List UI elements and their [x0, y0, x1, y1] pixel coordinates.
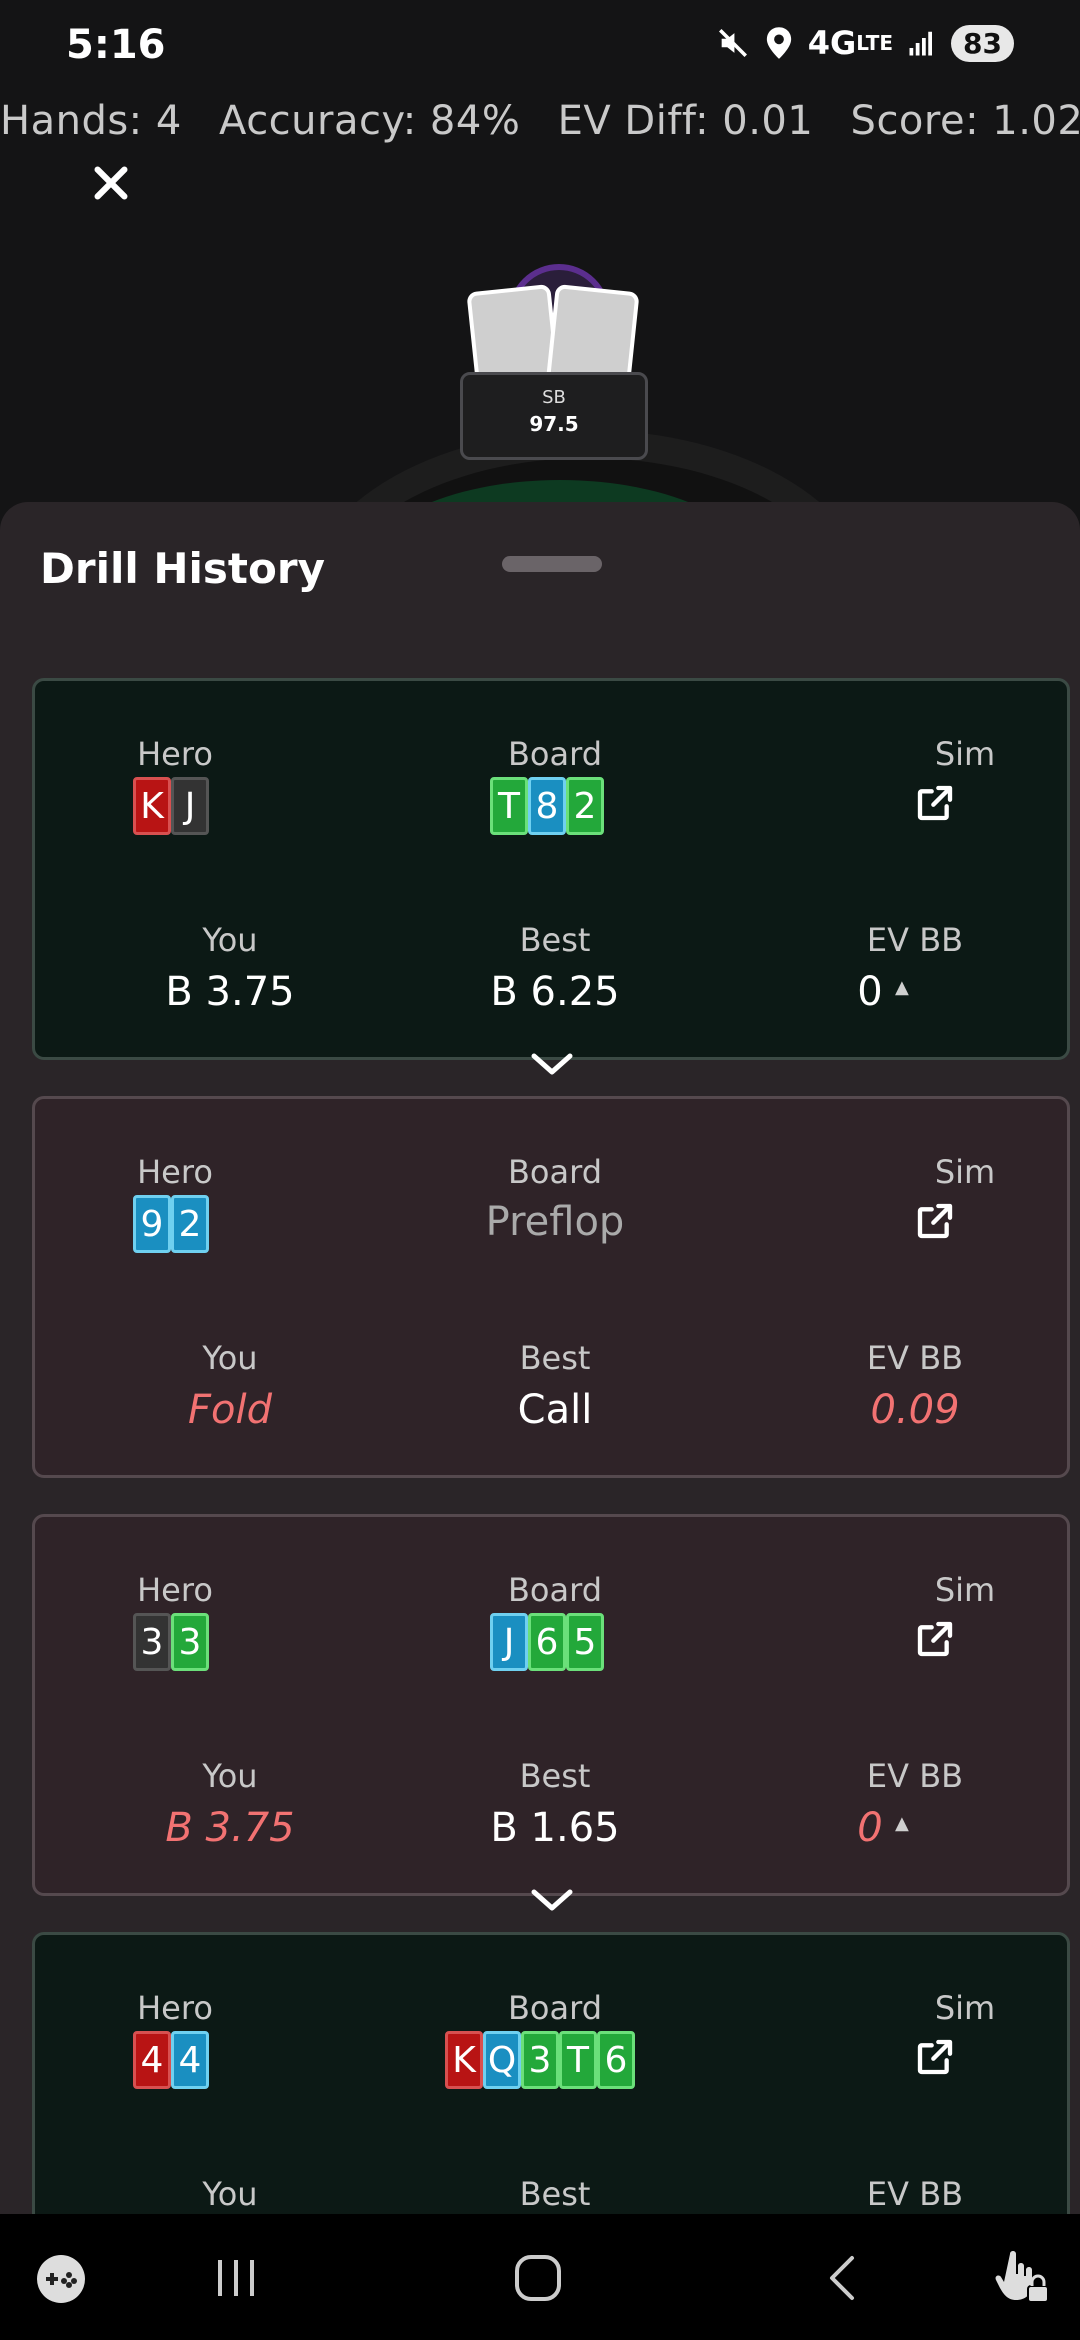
history-entry[interactable]: Hero 4 4 Board K Q 3 T 6 Sim You Best EV… [32, 1932, 1070, 2214]
best-label: Best [519, 1339, 591, 1377]
open-sim-icon[interactable] [915, 2037, 955, 2077]
chevron-down-icon[interactable] [530, 1886, 574, 1914]
you-action: Fold [188, 1387, 272, 1433]
hero-label: Hero [137, 735, 213, 773]
sim-label: Sim [934, 1571, 996, 1609]
playing-card: T [490, 777, 528, 835]
board-label: Board [507, 1989, 603, 2027]
board-label: Board [507, 735, 603, 773]
open-sim-icon[interactable] [915, 1619, 955, 1659]
sheet-title: Drill History [40, 544, 325, 593]
playing-card: Q [483, 2031, 521, 2089]
board-label: Board [507, 1153, 603, 1191]
you-label: You [202, 1757, 258, 1795]
seat-stack: 97.5 [529, 412, 579, 436]
ev-label: EV BB [866, 1757, 964, 1795]
ev-label: EV BB [866, 1339, 964, 1377]
status-time: 5:16 [66, 22, 166, 68]
drill-history-sheet: Drill History Hero K J Board T 8 2 Sim Y… [0, 502, 1080, 2214]
ev-label: EV BB [866, 921, 964, 959]
seat-info: SB 97.5 [460, 372, 648, 460]
playing-card: 4 [171, 2031, 209, 2089]
seat-position: SB [542, 387, 566, 408]
playing-card: 8 [528, 777, 566, 835]
board-label: Board [507, 1571, 603, 1609]
expand-triangle-icon[interactable]: ▲ [895, 977, 909, 998]
battery-indicator: 83 [951, 24, 1014, 62]
playing-card: 2 [566, 777, 604, 835]
mute-icon [716, 26, 750, 60]
stat-hands: Hands: 4 [0, 98, 182, 144]
game-launcher-icon[interactable] [36, 2254, 86, 2308]
sim-label: Sim [934, 1989, 996, 2027]
system-nav-bar [0, 2214, 1080, 2340]
best-label: Best [519, 2175, 591, 2213]
sim-label: Sim [934, 735, 996, 773]
network-label: 4G LTE [807, 24, 894, 62]
history-entry[interactable]: Hero K J Board T 8 2 Sim You B 3.75 Best… [32, 678, 1070, 1060]
drag-handle[interactable] [502, 556, 602, 572]
playing-card: 6 [528, 1613, 566, 1671]
stat-score: Score: 1.02 (+0 [850, 98, 1080, 144]
board-cards: J 6 5 [490, 1613, 604, 1671]
hero-label: Hero [137, 1153, 213, 1191]
history-entry[interactable]: Hero 9 2 Board Preflop Sim You Fold Best… [32, 1096, 1070, 1478]
chevron-down-icon[interactable] [530, 1050, 574, 1078]
stat-accuracy: Accuracy: 84% [219, 98, 521, 144]
expand-triangle-icon[interactable]: ▲ [895, 1813, 909, 1834]
playing-card: J [171, 777, 209, 835]
you-label: You [202, 921, 258, 959]
you-action: B 3.75 [165, 1805, 295, 1851]
playing-card: J [490, 1613, 528, 1671]
best-action: B 6.25 [490, 969, 620, 1015]
open-sim-icon[interactable] [915, 1201, 955, 1241]
ev-label: EV BB [866, 2175, 964, 2213]
playing-card: T [559, 2031, 597, 2089]
hero-label: Hero [137, 1571, 213, 1609]
playing-card: 4 [133, 2031, 171, 2089]
history-entry[interactable]: Hero 3 3 Board J 6 5 Sim You B 3.75 Best… [32, 1514, 1070, 1896]
best-label: Best [519, 1757, 591, 1795]
recents-icon[interactable] [216, 2256, 256, 2304]
you-action: B 3.75 [165, 969, 295, 1015]
touch-lock-icon[interactable] [992, 2244, 1052, 2310]
close-icon [94, 166, 128, 200]
status-bar: 5:16 4G LTE 83 [0, 0, 1080, 96]
drill-stats: Hands: 4 Accuracy: 84% EV Diff: 0.01 Sco… [0, 98, 1080, 144]
playing-card: 3 [171, 1613, 209, 1671]
best-action: B 1.65 [490, 1805, 620, 1851]
playing-card: 6 [597, 2031, 635, 2089]
sim-label: Sim [934, 1153, 996, 1191]
playing-card: 9 [133, 1195, 171, 1253]
playing-card: 3 [521, 2031, 559, 2089]
best-label: Best [519, 921, 591, 959]
hero-cards: 4 4 [133, 2031, 209, 2089]
board-preflop-text: Preflop [485, 1199, 625, 1245]
signal-icon [907, 28, 937, 58]
back-icon[interactable] [826, 2254, 856, 2306]
playing-card: 5 [566, 1613, 604, 1671]
board-cards: K Q 3 T 6 [445, 2031, 635, 2089]
status-icons: 4G LTE 83 [716, 24, 1014, 62]
open-sim-icon[interactable] [915, 783, 955, 823]
hero-cards: 9 2 [133, 1195, 209, 1253]
playing-card: 3 [133, 1613, 171, 1671]
you-label: You [202, 2175, 258, 2213]
poker-table: SB 97.5 [0, 230, 1080, 510]
playing-card: 2 [171, 1195, 209, 1253]
location-icon [764, 26, 794, 60]
stat-ev-diff: EV Diff: 0.01 [557, 98, 814, 144]
you-label: You [202, 1339, 258, 1377]
best-action: Call [517, 1387, 593, 1433]
hero-cards: K J [133, 777, 209, 835]
close-button[interactable] [88, 160, 134, 206]
playing-card: K [133, 777, 171, 835]
home-icon[interactable] [514, 2254, 562, 2306]
board-cards: T 8 2 [490, 777, 604, 835]
hero-label: Hero [137, 1989, 213, 2027]
ev-value: 0.09 [870, 1387, 960, 1433]
playing-card: K [445, 2031, 483, 2089]
hero-cards: 3 3 [133, 1613, 209, 1671]
